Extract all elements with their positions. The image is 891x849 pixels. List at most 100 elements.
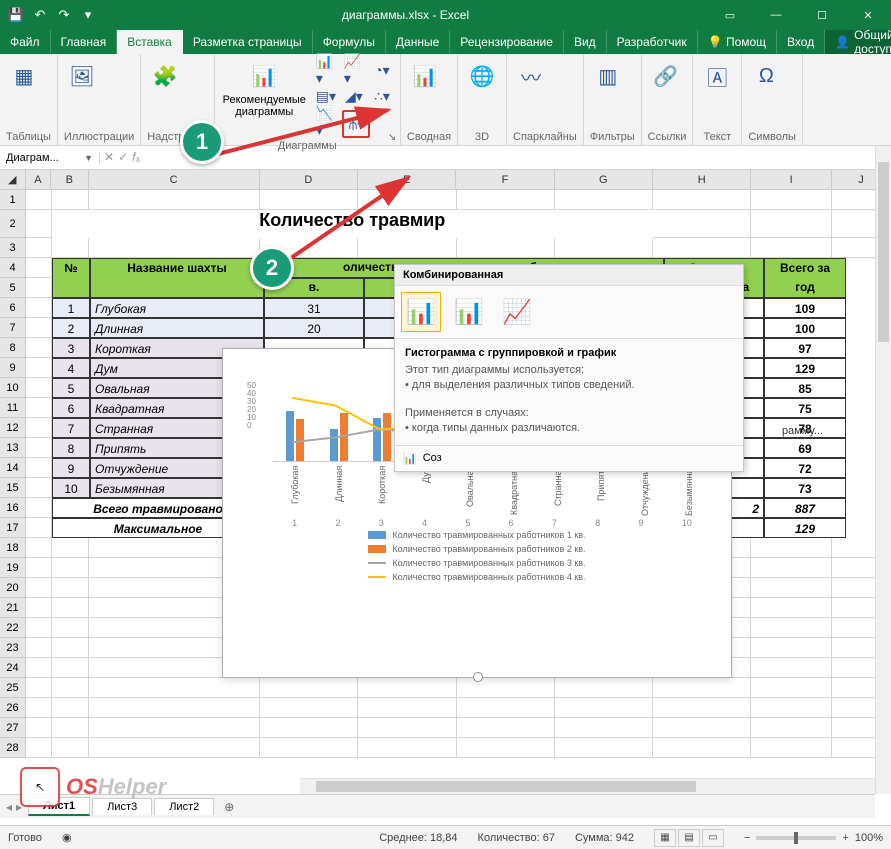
status-ready: Готово [8,832,42,844]
maximize-button[interactable]: ☐ [799,0,845,30]
chevron-down-icon: ▼ [84,153,93,163]
ribbon-tabs: Файл Главная Вставка Разметка страницы Ф… [0,30,891,54]
line-chart-button[interactable]: 📈▾ [342,58,366,82]
column-headers[interactable]: ◢ ABCDEFGHIJ [0,170,891,190]
hdr-total: Всего за [764,258,846,278]
tab-data[interactable]: Данные [386,30,450,54]
tab-developer[interactable]: Разработчик [607,30,698,54]
zoom-in-button[interactable]: + [842,832,848,844]
share-button[interactable]: 👤Общий доступ [825,30,891,54]
vscroll-thumb[interactable] [878,162,889,342]
vertical-scrollbar[interactable] [875,146,891,794]
filters-button[interactable]: ▥ [590,58,626,94]
tables-button[interactable]: ▦ [6,58,42,94]
combo-clustered-column-line-secondary-icon[interactable]: 📊 [449,292,489,332]
ribbon-options-icon[interactable]: ▭ [707,0,753,30]
zoom-level[interactable]: 100% [855,832,883,844]
annotation-arrow-2 [288,170,418,270]
cancel-fx-icon[interactable]: ✕ [104,150,114,165]
group-filters: ▥ Фильтры [584,54,642,145]
title-bar: 💾 ↶ ↷ ▾ диаграммы.xlsx - Excel ▭ — ☐ ✕ [0,0,891,30]
tab-insert[interactable]: Вставка [117,30,183,54]
fx-icon[interactable]: 𝑓ₓ [132,150,140,165]
watermark: ↖ OSHelper [20,767,166,807]
annotation-badge-1: 1 [180,120,224,164]
group-illustrations: 🖼 Иллюстрации [58,54,141,145]
lightbulb-icon: 💡 [708,35,723,49]
column-chart-button[interactable]: 📊▾ [314,58,338,82]
signin-button[interactable]: Вход [777,30,825,54]
annotation-arrow-1 [218,104,398,176]
illustrations-button[interactable]: 🖼 [64,58,100,94]
worksheet-grid[interactable]: ◢ ABCDEFGHIJ 123456789101112131415161718… [0,170,891,818]
pie-chart-icon: ◔▾ [372,60,392,80]
qat-customize-icon[interactable]: ▾ [80,7,96,23]
window-title: диаграммы.xlsx - Excel [104,8,707,22]
tell-me[interactable]: 💡 Помощ [698,30,777,54]
pie-chart-button[interactable]: ◔▾ [370,58,394,82]
tab-pagelayout[interactable]: Разметка страницы [183,30,313,54]
quick-access-toolbar: 💾 ↶ ↷ ▾ [0,7,104,23]
hdr-name: Название шахты [90,258,264,278]
chart-legend[interactable]: Количество травмированных работников 1 к… [223,522,731,590]
view-normal-button[interactable]: ▦ [654,829,676,847]
table-icon: ▦ [8,60,40,92]
3dmap-icon: 🌐 [466,60,498,92]
zoom-control[interactable]: − + 100% [744,832,883,844]
pivotchart-button[interactable]: 📊 [407,58,443,94]
bar-chart-icon: ▤▾ [316,86,336,106]
view-pagelayout-button[interactable]: ▤ [678,829,700,847]
addins-button[interactable]: 🧩 [147,58,183,94]
create-custom-combo-button[interactable]: 📊Соз [395,445,743,471]
horizontal-scrollbar[interactable] [300,778,875,794]
group-pivotchart: 📊 Сводная [401,54,458,145]
combo-chart-dropdown: Комбинированная 📊 📊 📈 Гистограмма с груп… [394,264,744,472]
undo-icon[interactable]: ↶ [32,7,48,23]
save-icon[interactable]: 💾 [8,7,24,23]
select-all-cell[interactable]: ◢ [0,170,26,189]
textbox-icon: 🄰 [701,60,733,92]
chart-y-axis: 50403020100 [247,382,256,430]
sparklines-button[interactable]: 〰 [513,58,549,94]
scatter-chart-icon: ∴▾ [372,86,392,106]
group-tours: 🌐 3D [458,54,507,145]
tab-review[interactable]: Рецензирование [450,30,564,54]
symbols-button[interactable]: Ω [748,58,784,94]
3dmap-button[interactable]: 🌐 [464,58,500,94]
macro-record-icon[interactable]: ◉ [62,831,72,844]
tab-view[interactable]: Вид [564,30,607,54]
hscroll-thumb[interactable] [316,781,696,792]
text-button[interactable]: 🄰 [699,58,735,94]
redo-icon[interactable]: ↷ [56,7,72,23]
status-count: Количество: 67 [478,832,555,844]
combo-stacked-area-column-icon[interactable]: 📈 [497,292,537,332]
store-icon: 🧩 [149,60,181,92]
name-box[interactable]: Диаграм...▼ [0,152,100,164]
status-sum: Сумма: 942 [575,832,634,844]
hyperlink-button[interactable]: 🔗 [648,58,684,94]
group-text: 🄰 Текст [693,54,742,145]
tab-formulas[interactable]: Формулы [313,30,386,54]
hdr-num: № [52,258,90,278]
recchart-icon: 📊 [248,60,280,92]
zoom-slider[interactable] [756,836,836,840]
close-button[interactable]: ✕ [845,0,891,30]
sparkline-icon: 〰 [515,60,547,92]
zoom-out-button[interactable]: − [744,832,750,844]
enter-fx-icon[interactable]: ✓ [118,150,128,165]
chart-icon: 📊 [403,452,417,465]
chart-x-numbers: 12345678910 [273,518,711,528]
tab-home[interactable]: Главная [51,30,118,54]
picture-icon: 🖼 [66,60,98,92]
minimize-button[interactable]: — [753,0,799,30]
watermark-icon: ↖ [20,767,60,807]
new-sheet-button[interactable]: ⊕ [216,800,242,814]
group-symbols: Ω Символы [742,54,803,145]
chart-x-labels: ГлубокаяДлиннаяКороткаяДумОвальнаяКвадра… [273,466,711,516]
view-pagebreak-button[interactable]: ▭ [702,829,724,847]
row-headers[interactable]: 1234567891011121314151617181920212223242… [0,190,26,758]
tab-file[interactable]: Файл [0,30,51,54]
line-chart-icon: 📈▾ [344,60,364,80]
combo-clustered-column-line-icon[interactable]: 📊 [401,292,441,332]
pivotchart-icon: 📊 [409,60,441,92]
